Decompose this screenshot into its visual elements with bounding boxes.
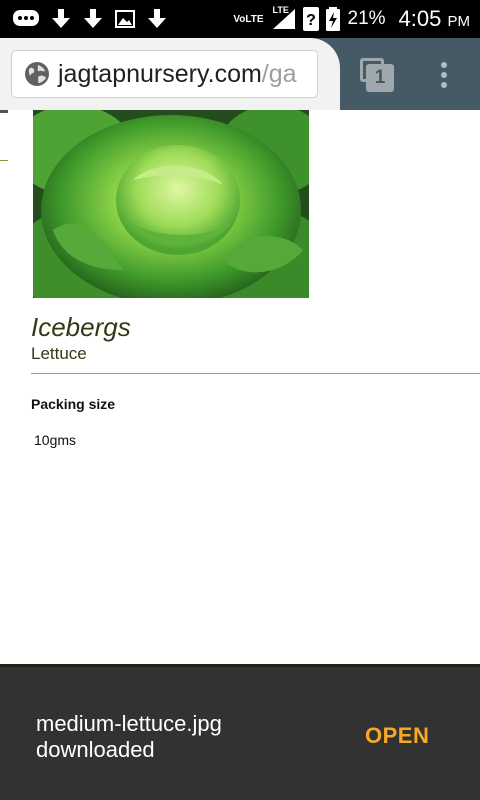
clock-time: 4:05	[398, 6, 442, 31]
status-bar: VoLTE LTE ? 21% 4:05 PM	[0, 0, 480, 38]
edge-fragment	[0, 110, 8, 113]
download-message: medium-lettuce.jpg downloaded	[36, 711, 222, 762]
download-icon	[82, 8, 104, 30]
clock: 4:05 PM	[399, 6, 470, 32]
download-icon	[146, 8, 168, 30]
packing-size-value: 10gms	[34, 432, 77, 448]
url-path: /ga	[261, 59, 297, 88]
image-icon	[114, 8, 136, 30]
product-name: Icebergs	[31, 312, 131, 342]
tab-switcher-button[interactable]: 1	[360, 58, 394, 92]
svg-text:?: ?	[306, 12, 316, 29]
menu-dot-icon	[441, 82, 447, 88]
volte-indicator: VoLTE	[233, 13, 264, 25]
clock-ampm: PM	[447, 13, 471, 30]
product-image[interactable]	[33, 110, 309, 298]
url-text: jagtapnursery.com/ga	[58, 60, 297, 89]
menu-dot-icon	[441, 72, 447, 78]
download-snackbar: medium-lettuce.jpg downloaded OPEN	[0, 664, 480, 800]
tab-count: 1	[366, 64, 394, 92]
overflow-menu-button[interactable]	[436, 62, 452, 90]
battery-percentage: 21%	[347, 8, 386, 29]
product-category: Lettuce	[31, 344, 87, 363]
url-host: jagtapnursery.com	[58, 59, 262, 88]
battery-charging-icon	[325, 6, 341, 32]
download-icon	[50, 8, 72, 30]
divider	[31, 373, 480, 374]
url-bar-container: jagtapnursery.com/ga	[0, 38, 340, 110]
sim-unknown-icon: ?	[302, 6, 320, 32]
packing-size-label: Packing size	[31, 396, 116, 412]
globe-icon	[25, 62, 49, 86]
chat-notification-icon	[12, 8, 40, 30]
page-content: Icebergs Lettuce Packing size 10gms	[0, 110, 480, 664]
menu-dot-icon	[441, 62, 447, 68]
url-bar[interactable]: jagtapnursery.com/ga	[12, 51, 317, 97]
open-button[interactable]: OPEN	[365, 723, 429, 749]
lte-indicator: LTE	[272, 5, 289, 15]
edge-fragment	[0, 160, 8, 161]
signal-icon: LTE	[271, 5, 297, 31]
browser-toolbar: jagtapnursery.com/ga 1	[0, 38, 480, 110]
